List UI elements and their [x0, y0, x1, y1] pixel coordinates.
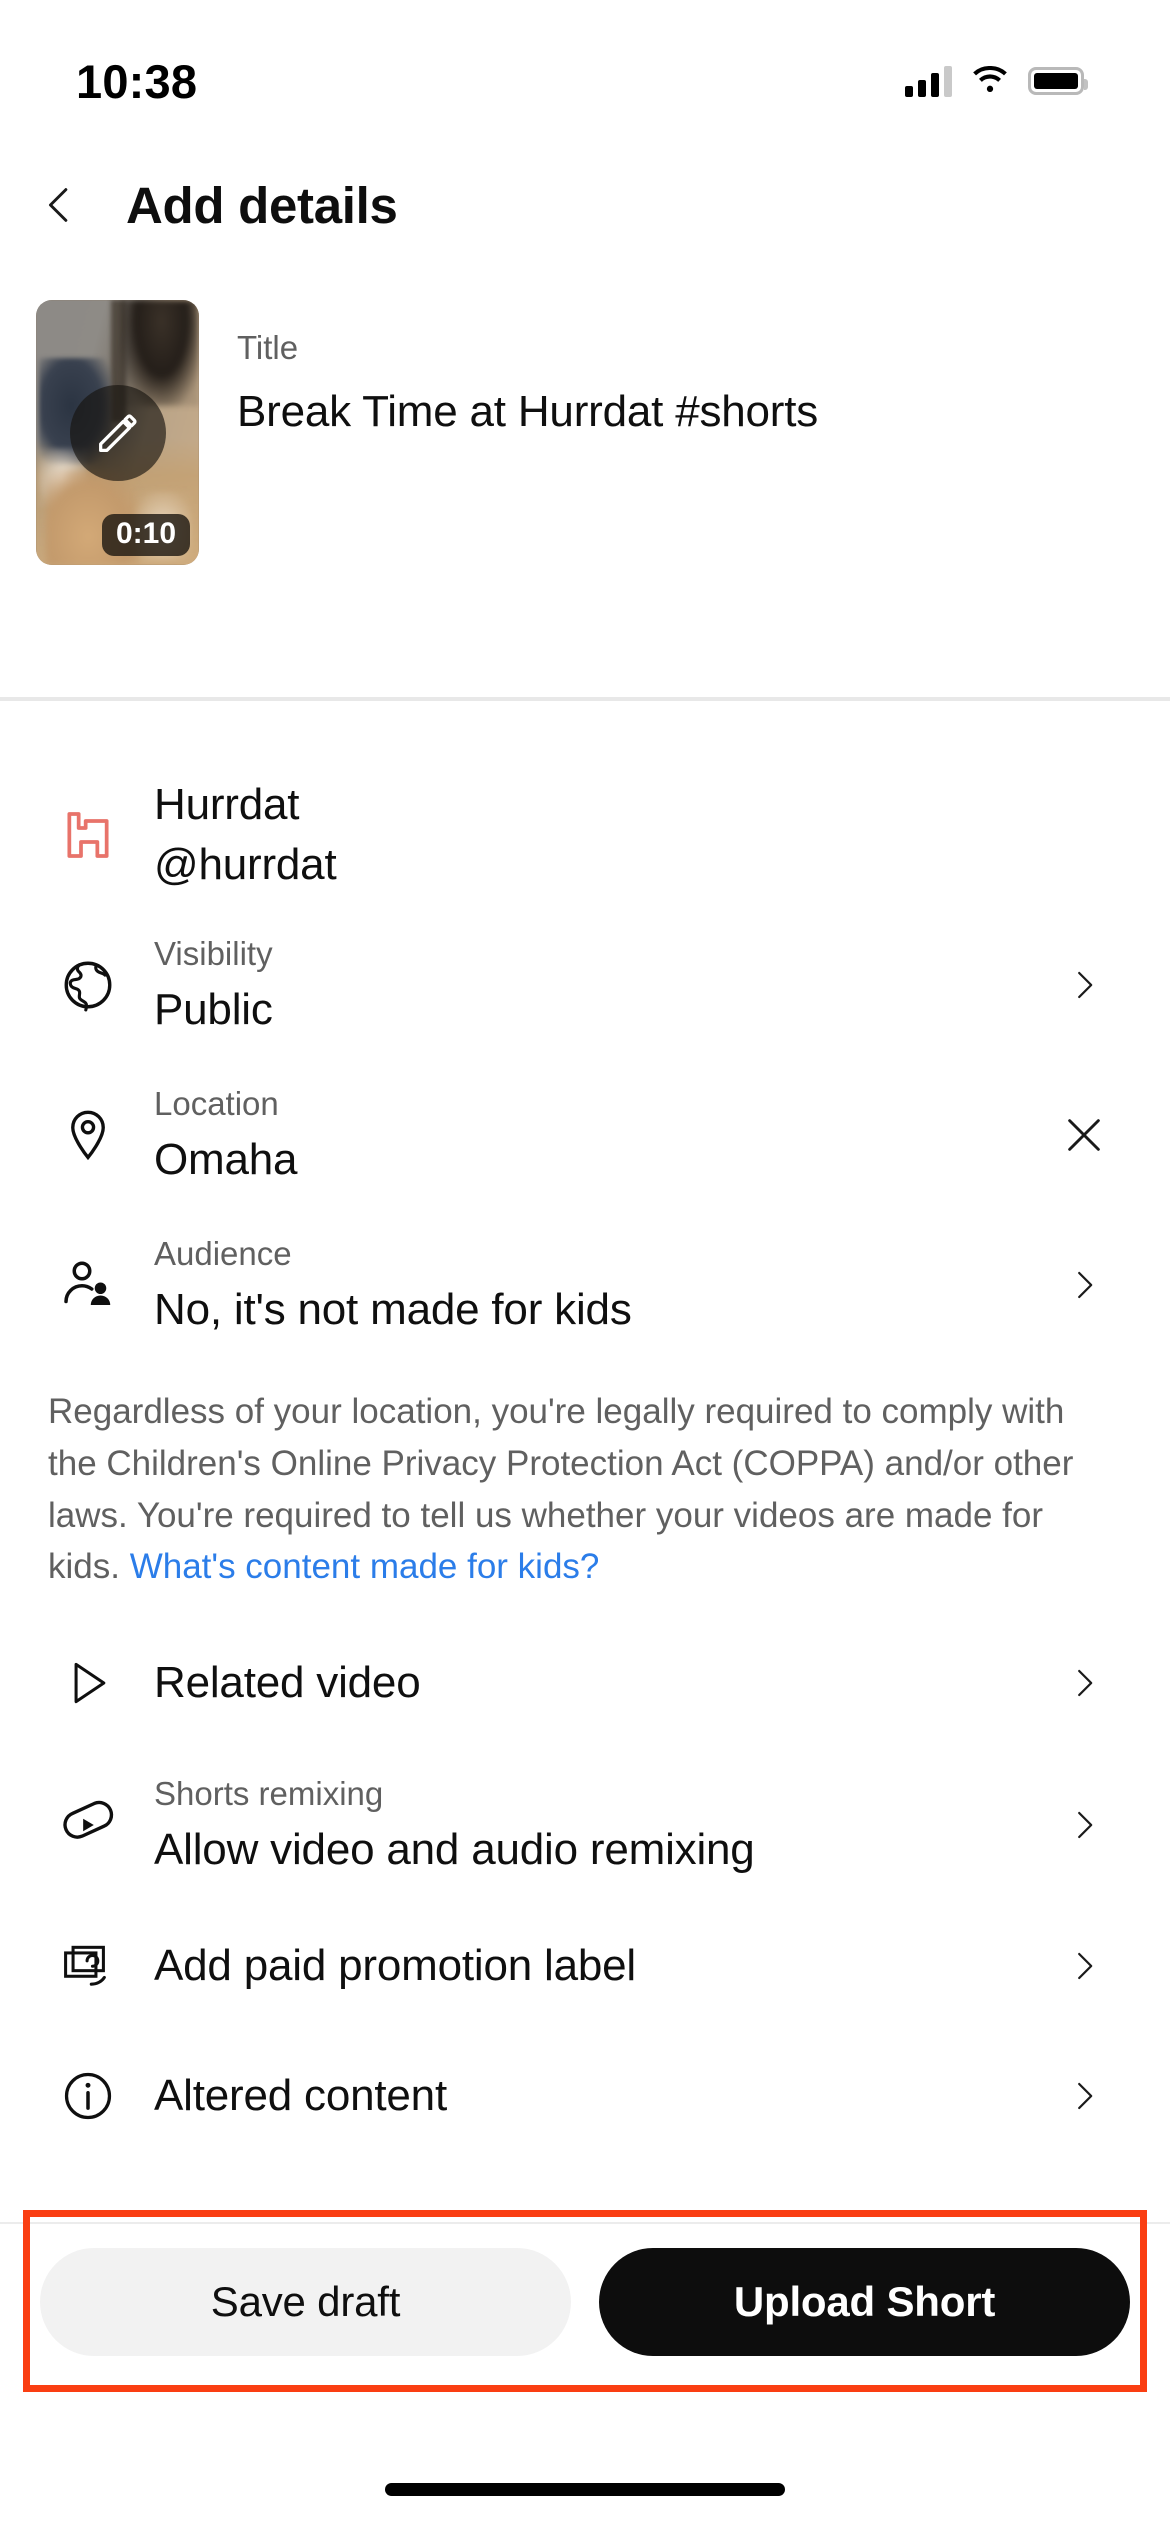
shorts-remixing-label: Shorts remixing [154, 1775, 384, 1813]
related-video-info: Related video [136, 1656, 1038, 1710]
battery-icon [1028, 67, 1088, 95]
shorts-remixing-info: Shorts remixing Allow video and audio re… [136, 1773, 1038, 1877]
pencil-edit-icon [98, 413, 137, 452]
visibility-info: Visibility Public [136, 933, 1038, 1037]
channel-handle: @hurrdat [154, 840, 337, 889]
paid-promotion-icon [40, 1938, 136, 1994]
channel-info: Hurrdat @hurrdat [136, 778, 1038, 891]
channel-avatar [40, 807, 136, 863]
title-field[interactable]: Title Break Time at Hurrdat #shorts [237, 300, 818, 565]
audience-value: No, it's not made for kids [154, 1285, 632, 1335]
location-value: Omaha [154, 1135, 298, 1185]
remix-icon [40, 1796, 136, 1854]
coppa-disclaimer: Regardless of your location, you're lega… [0, 1360, 1170, 1617]
chevron-right-icon [1078, 1670, 1093, 1697]
info-circle-icon [40, 2068, 136, 2124]
phone-screen: 10:38 Add details 0:10 Title Break Time … [0, 0, 1170, 2532]
shorts-remixing-value: Allow video and audio remixing [154, 1825, 755, 1875]
visibility-label: Visibility [154, 935, 273, 973]
status-time: 10:38 [76, 54, 198, 108]
channel-name: Hurrdat [154, 780, 300, 830]
wifi-icon [970, 65, 1010, 96]
section-divider [0, 697, 1170, 701]
row-audience[interactable]: Audience No, it's not made for kids [0, 1210, 1170, 1360]
location-label: Location [154, 1085, 279, 1123]
altered-content-value: Altered content [154, 2071, 447, 2121]
status-bar: 10:38 [0, 0, 1170, 140]
audience-info: Audience No, it's not made for kids [136, 1233, 1038, 1337]
altered-content-info: Altered content [136, 2069, 1038, 2123]
visibility-value: Public [154, 985, 273, 1035]
row-related-video[interactable]: Related video [0, 1617, 1170, 1749]
chevron-right-icon [1078, 1271, 1093, 1299]
location-pin-icon [40, 1106, 136, 1164]
content-made-for-kids-link[interactable]: What's content made for kids? [130, 1547, 600, 1586]
title-label: Title [237, 329, 299, 366]
audience-label: Audience [154, 1235, 292, 1273]
upload-short-button[interactable]: Upload Short [599, 2248, 1130, 2356]
paid-promotion-value: Add paid promotion label [154, 1941, 636, 1991]
row-shorts-remixing[interactable]: Shorts remixing Allow video and audio re… [0, 1749, 1170, 1901]
row-visibility[interactable]: Visibility Public [0, 910, 1170, 1060]
bottom-action-bar: Save draft Upload Short [0, 2222, 1170, 2380]
edit-thumbnail-button[interactable] [69, 384, 166, 481]
visibility-chevron[interactable] [1038, 967, 1130, 1003]
chevron-right-icon [1078, 2083, 1093, 2110]
paid-promotion-chevron[interactable] [1038, 1948, 1130, 1984]
altered-content-chevron[interactable] [1038, 2078, 1130, 2114]
details-list: Hurrdat @hurrdat Visibility Public Locat… [0, 760, 1170, 2161]
chevron-right-icon [1078, 1812, 1093, 1839]
audience-people-icon [40, 1255, 136, 1315]
cellular-bars-icon [905, 65, 952, 97]
paid-promotion-info: Add paid promotion label [136, 1939, 1038, 1993]
audience-chevron[interactable] [1038, 1267, 1130, 1303]
video-duration-badge: 0:10 [101, 514, 190, 556]
play-triangle-icon [40, 1657, 136, 1709]
hurrdat-h-logo-icon [67, 812, 109, 858]
title-value[interactable]: Break Time at Hurrdat #shorts [237, 384, 818, 439]
row-paid-promotion[interactable]: Add paid promotion label [0, 1901, 1170, 2031]
save-draft-button[interactable]: Save draft [40, 2248, 571, 2356]
back-chevron-icon [49, 188, 68, 222]
status-icons [905, 43, 1088, 97]
shorts-remixing-chevron[interactable] [1038, 1807, 1130, 1843]
location-info: Location Omaha [136, 1083, 1038, 1187]
back-button[interactable] [12, 157, 108, 253]
row-location[interactable]: Location Omaha [0, 1060, 1170, 1210]
related-video-chevron[interactable] [1038, 1665, 1130, 1701]
location-clear-button[interactable] [1038, 1112, 1130, 1158]
nav-header: Add details [0, 150, 1170, 260]
related-video-value: Related video [154, 1658, 421, 1708]
chevron-right-icon [1078, 1953, 1093, 1980]
home-indicator[interactable] [385, 2483, 785, 2496]
video-summary: 0:10 Title Break Time at Hurrdat #shorts [0, 300, 1170, 565]
row-altered-content[interactable]: Altered content [0, 2031, 1170, 2161]
chevron-right-icon [1078, 971, 1093, 999]
page-title: Add details [126, 176, 398, 234]
globe-icon [40, 956, 136, 1014]
row-channel[interactable]: Hurrdat @hurrdat [0, 760, 1170, 910]
close-x-icon [1068, 1119, 1100, 1151]
video-thumbnail[interactable]: 0:10 [36, 300, 199, 565]
